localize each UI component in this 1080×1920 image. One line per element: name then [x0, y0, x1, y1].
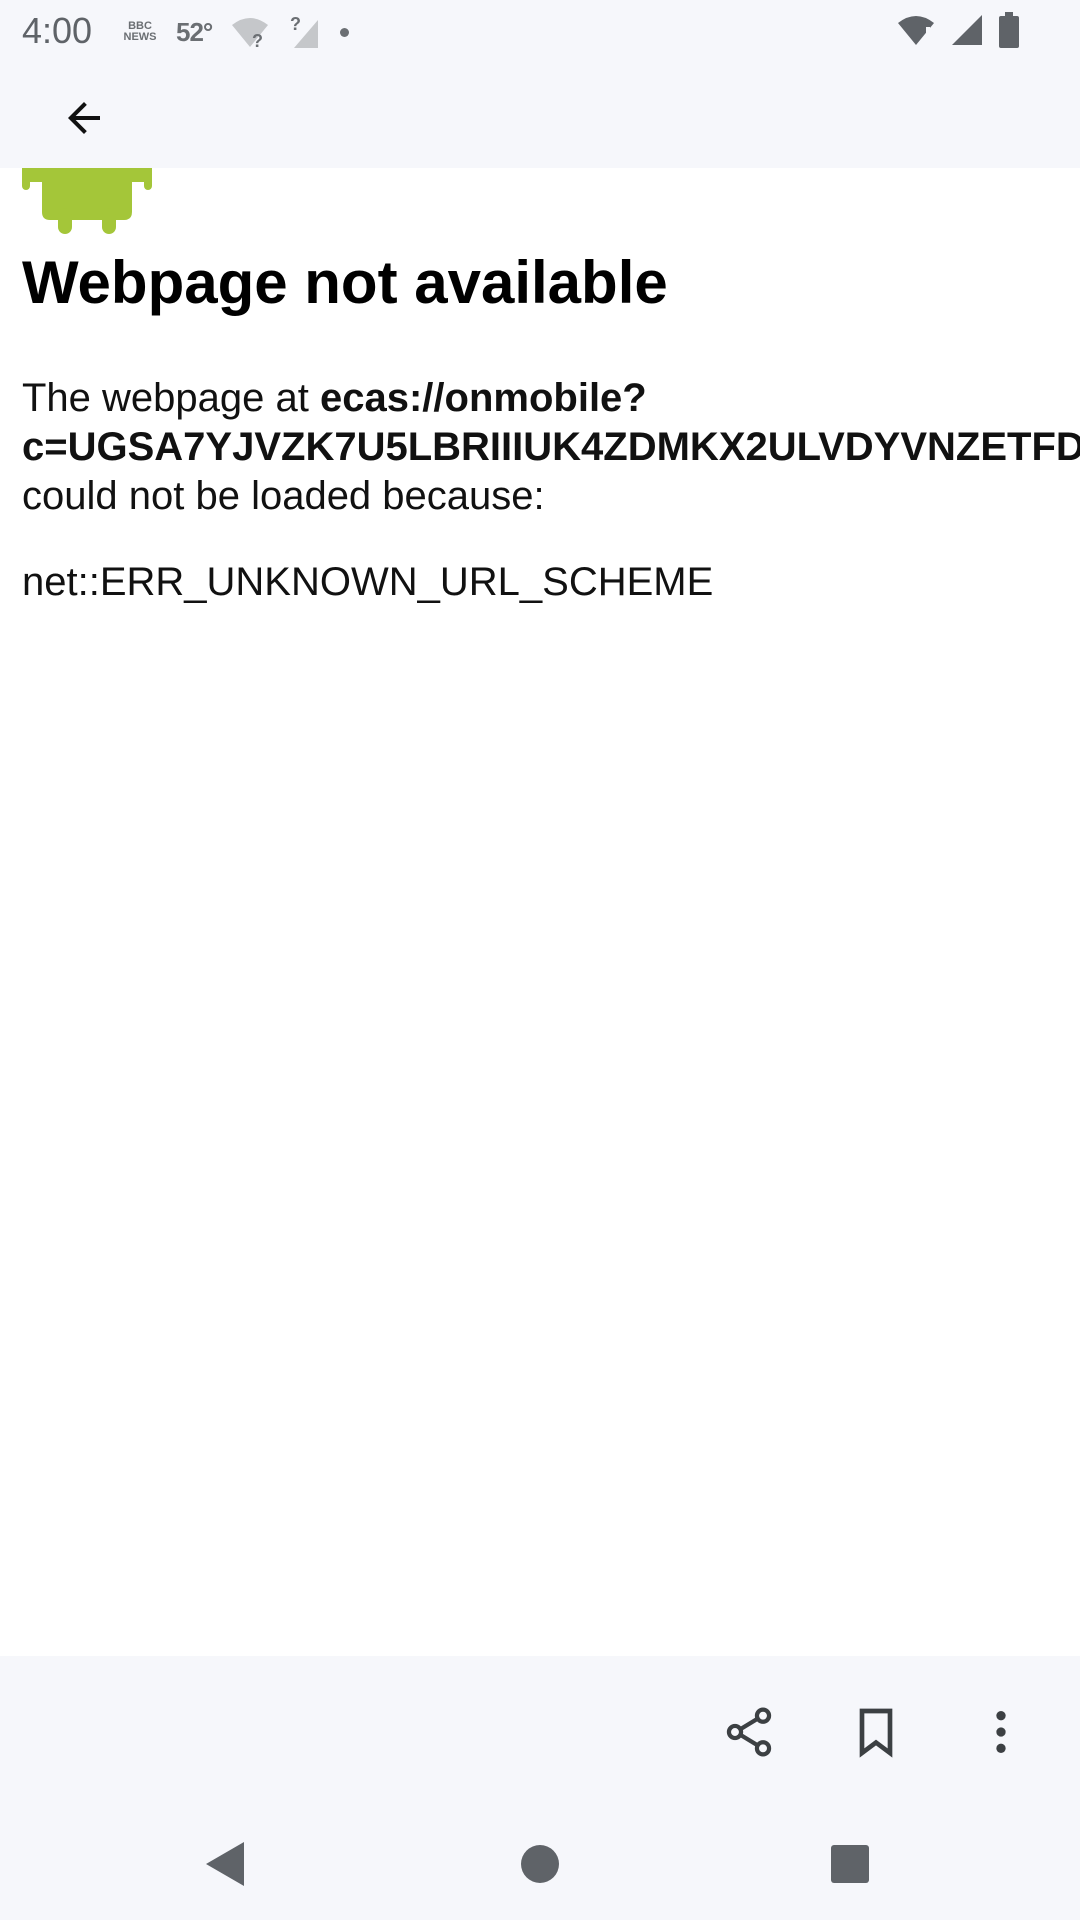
battery-icon	[999, 12, 1019, 48]
nav-back-icon	[206, 1842, 244, 1886]
error-url-line1: ecas://onmobile?	[320, 376, 647, 420]
bottom-toolbar	[0, 1656, 1080, 1808]
bbc-news-icon: BBC NEWS	[123, 20, 157, 43]
error-message-prefix: The webpage at	[22, 376, 320, 420]
error-code: net::ERR_UNKNOWN_URL_SCHEME	[22, 560, 714, 604]
signal-question-icon: ?	[290, 14, 319, 48]
notification-dot-icon	[340, 27, 350, 37]
share-icon	[726, 1707, 772, 1757]
wifi-question-icon: ?	[232, 18, 269, 49]
weather-temperature: 52°	[176, 16, 213, 47]
more-options-button[interactable]	[961, 1692, 1041, 1772]
wifi-alert-icon	[898, 16, 934, 45]
system-nav-bar	[0, 1808, 1080, 1920]
share-button[interactable]	[709, 1692, 789, 1772]
back-button[interactable]	[52, 86, 116, 150]
nav-recents-button[interactable]	[818, 1832, 882, 1896]
error-url-line2: c=UGSA7YJVZK7U5LBRIIIUK4ZDMKX2ULVDYVNZET…	[22, 425, 1080, 469]
status-icons-left: BBC NEWS 52° ? ?	[122, 14, 350, 50]
status-bar: 4:00 BBC NEWS 52° ? ?	[0, 0, 1080, 64]
error-title: Webpage not available	[22, 249, 668, 316]
status-icons-right	[896, 12, 1020, 48]
svg-text:?: ?	[290, 14, 301, 34]
status-time: 4:00	[22, 10, 93, 51]
webview-content: Webpage not available The webpage at eca…	[0, 168, 1080, 1656]
error-message-suffix: could not be loaded because:	[22, 474, 545, 518]
nav-recents-icon	[831, 1845, 869, 1883]
app-bar	[0, 64, 1080, 168]
nav-home-icon	[521, 1845, 559, 1883]
bookmark-button[interactable]	[836, 1692, 916, 1772]
arrow-back-icon	[68, 102, 100, 134]
svg-text:?: ?	[252, 31, 263, 49]
nav-back-button[interactable]	[194, 1832, 258, 1896]
error-message: The webpage at ecas://onmobile? c=UGSA7Y…	[22, 374, 1080, 521]
cell-signal-icon	[952, 15, 982, 45]
nav-home-button[interactable]	[508, 1832, 572, 1896]
bookmark-icon	[859, 1708, 893, 1758]
android-logo-icon	[22, 168, 152, 234]
more-vert-icon	[996, 1711, 1006, 1753]
